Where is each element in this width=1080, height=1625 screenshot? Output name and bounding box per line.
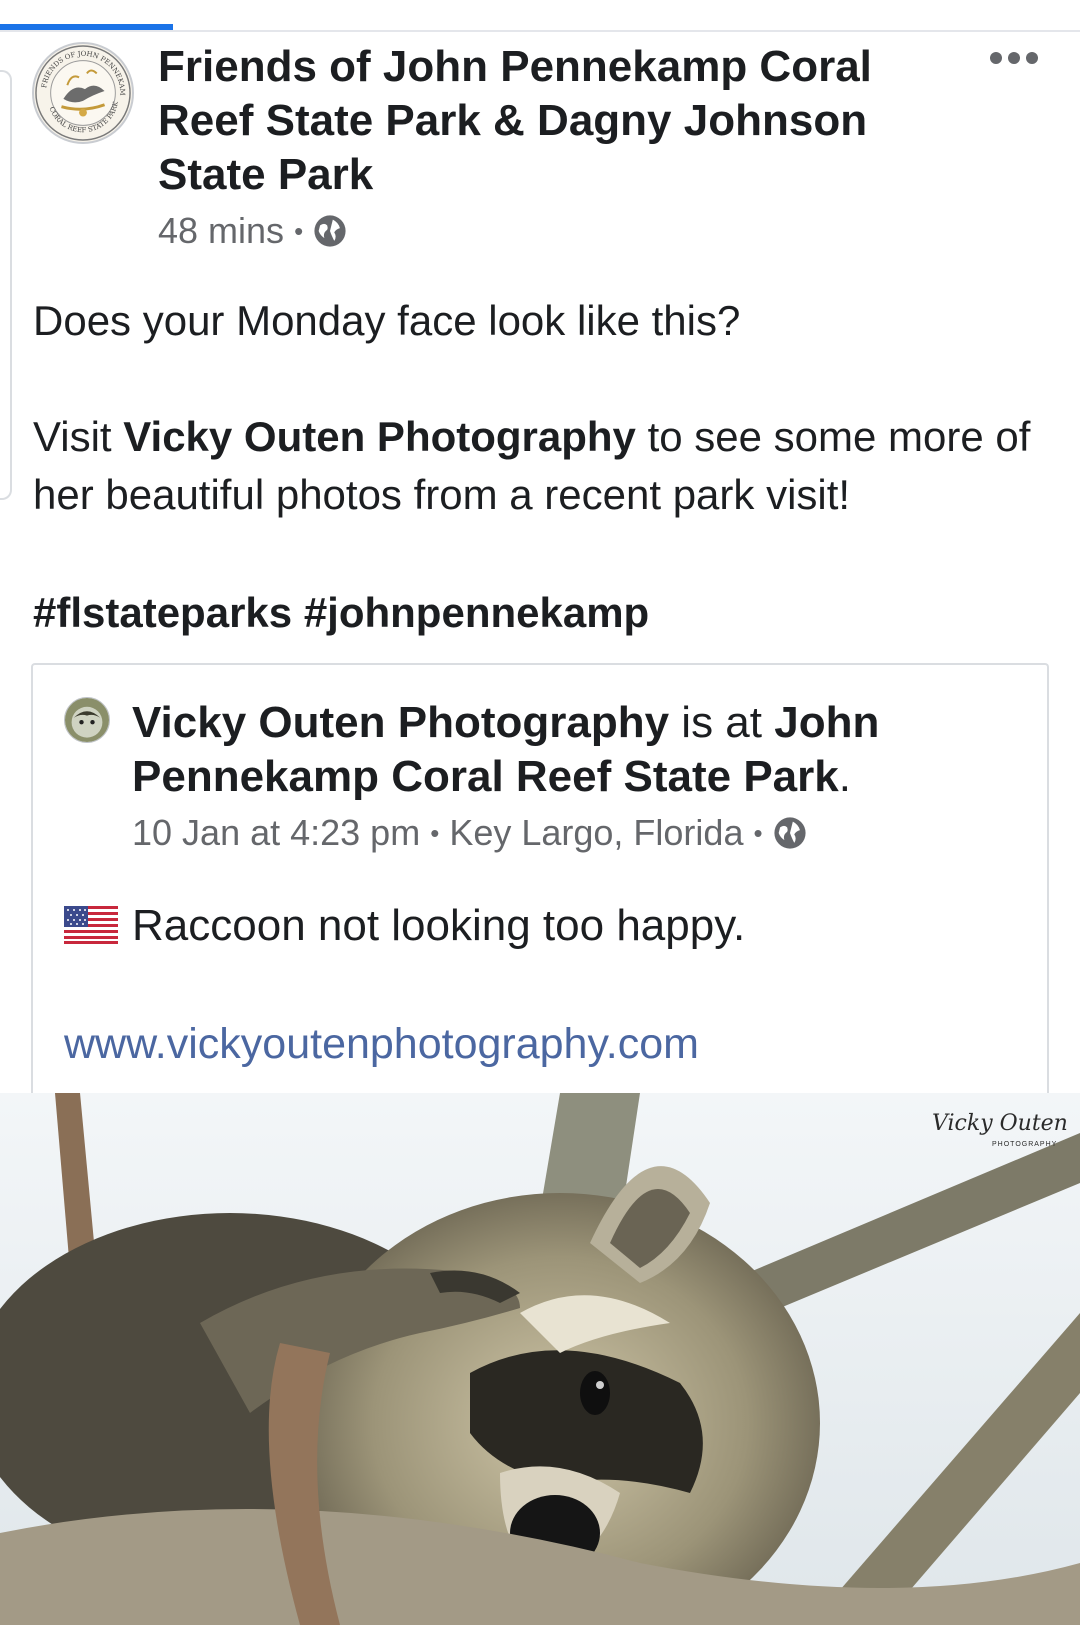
shared-location[interactable]: Key Largo, Florida: [449, 812, 743, 854]
shared-post-text: Raccoon not looking too happy.: [132, 901, 746, 950]
side-panel-edge: [0, 70, 12, 500]
globe-icon: [314, 215, 346, 247]
more-options-icon[interactable]: [982, 38, 1046, 78]
website-link[interactable]: www.vickyoutenphotography.com: [64, 1016, 699, 1072]
shared-date[interactable]: 10 Jan at 4:23 pm: [132, 812, 420, 854]
globe-icon: [773, 817, 806, 849]
post-text-visit: Visit Vicky Outen Photography to see som…: [33, 408, 1063, 524]
hashtag-flstateparks[interactable]: #flstateparks: [33, 589, 292, 636]
meta-separator: •: [294, 215, 304, 246]
top-divider: [0, 30, 1080, 32]
is-at-text: is at: [669, 698, 775, 747]
shared-post-meta: 10 Jan at 4:23 pm • Key Largo, Florida •: [132, 812, 807, 854]
hashtags: #flstateparks #johnpennekamp: [33, 585, 649, 641]
hashtag-johnpennekamp[interactable]: #johnpennekamp: [304, 589, 649, 636]
page-name[interactable]: Friends of John Pennekamp Coral Reef Sta…: [158, 40, 918, 202]
vicky-outen-link[interactable]: Vicky Outen Photography: [123, 413, 636, 460]
photographer-watermark: Vicky Outen PHOTOGRAPHY: [932, 1111, 1068, 1148]
header-period: .: [838, 752, 851, 801]
watermark-sub: PHOTOGRAPHY: [992, 1141, 1057, 1148]
shared-author-name[interactable]: Vicky Outen Photography: [132, 698, 669, 747]
post-meta: 48 mins •: [158, 210, 347, 252]
shared-author-avatar[interactable]: [64, 697, 110, 743]
post-time[interactable]: 48 mins: [158, 210, 284, 252]
post-text-line: Does your Monday face look like this?: [33, 297, 741, 344]
shared-post-header: Vicky Outen Photography is at John Penne…: [132, 696, 952, 804]
meta-separator: •: [753, 817, 763, 848]
watermark-name: Vicky Outen: [932, 1111, 1068, 1136]
raccoon-photo[interactable]: [0, 1093, 1080, 1625]
meta-separator: •: [430, 817, 440, 848]
page-avatar[interactable]: FRIENDS OF JOHN PENNEKAMP CORAL REEF STA…: [32, 42, 134, 144]
page-load-progress: [0, 0, 1080, 30]
us-flag-icon: [64, 906, 118, 944]
visit-prefix: Visit: [33, 413, 124, 460]
